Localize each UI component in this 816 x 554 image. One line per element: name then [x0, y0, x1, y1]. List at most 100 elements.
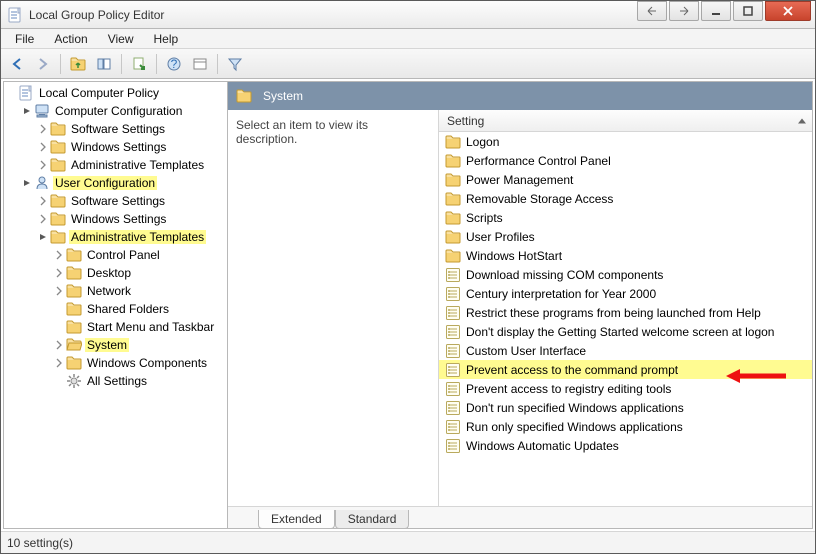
properties-button[interactable]: [188, 52, 212, 76]
tab-standard[interactable]: Standard: [335, 510, 410, 529]
list-row[interactable]: Performance Control Panel: [439, 151, 812, 170]
export-list-button[interactable]: [127, 52, 151, 76]
console-back-button[interactable]: [637, 1, 667, 21]
setting-icon: [445, 438, 461, 454]
setting-icon: [445, 286, 461, 302]
up-level-button[interactable]: [66, 52, 90, 76]
expander-icon[interactable]: [54, 286, 64, 296]
tree-label: Windows Settings: [69, 140, 168, 154]
expander-icon[interactable]: [54, 340, 64, 350]
minimize-button[interactable]: [701, 1, 731, 21]
maximize-button[interactable]: [733, 1, 763, 21]
list-item-label: User Profiles: [464, 230, 537, 244]
folder-icon: [445, 153, 461, 169]
expander-icon[interactable]: [54, 250, 64, 260]
tabs: Extended Standard: [228, 506, 812, 528]
folder-icon: [66, 283, 82, 299]
tree-all-settings[interactable]: All Settings: [52, 372, 227, 390]
list-row[interactable]: Removable Storage Access: [439, 189, 812, 208]
expander-icon[interactable]: [38, 160, 48, 170]
setting-icon: [445, 267, 461, 283]
expander-icon[interactable]: [54, 358, 64, 368]
list-item-label: Century interpretation for Year 2000: [464, 287, 658, 301]
tree-cc-software-settings[interactable]: Software Settings: [36, 120, 227, 138]
tree-uc-admin-templates[interactable]: Administrative Templates: [36, 228, 227, 246]
folder-icon: [66, 301, 82, 317]
tree-label: Windows Components: [85, 356, 209, 370]
tree-label: Desktop: [85, 266, 133, 280]
gear-icon: [66, 373, 82, 389]
list-item-label: Removable Storage Access: [464, 192, 615, 206]
folder-icon: [445, 210, 461, 226]
expander-icon[interactable]: [38, 196, 48, 206]
list-column-setting[interactable]: Setting: [439, 110, 812, 132]
folder-icon: [445, 134, 461, 150]
list-row[interactable]: Windows HotStart: [439, 246, 812, 265]
list-row[interactable]: Century interpretation for Year 2000: [439, 284, 812, 303]
show-hide-tree-button[interactable]: [92, 52, 116, 76]
console-forward-button[interactable]: [669, 1, 699, 21]
tree-cc-admin-templates[interactable]: Administrative Templates: [36, 156, 227, 174]
titlebar: Local Group Policy Editor: [1, 1, 815, 29]
list-row[interactable]: Custom User Interface: [439, 341, 812, 360]
menu-action[interactable]: Action: [44, 30, 97, 48]
tree-desktop[interactable]: Desktop: [52, 264, 227, 282]
expander-icon[interactable]: [6, 88, 16, 98]
filter-button[interactable]: [223, 52, 247, 76]
expander-icon[interactable]: [38, 214, 48, 224]
list-row[interactable]: Prevent access to the command prompt: [439, 360, 812, 379]
description-pane: Select an item to view its description.: [228, 110, 438, 506]
setting-icon: [445, 400, 461, 416]
tree-windows-components[interactable]: Windows Components: [52, 354, 227, 372]
tree-root[interactable]: Local Computer Policy: [4, 84, 227, 102]
list-row[interactable]: User Profiles: [439, 227, 812, 246]
list-row[interactable]: Don't display the Getting Started welcom…: [439, 322, 812, 341]
menu-file[interactable]: File: [5, 30, 44, 48]
tree-cc-windows-settings[interactable]: Windows Settings: [36, 138, 227, 156]
list-row[interactable]: Scripts: [439, 208, 812, 227]
list-row[interactable]: Prevent access to registry editing tools: [439, 379, 812, 398]
tab-extended[interactable]: Extended: [258, 510, 335, 529]
tree-label: Software Settings: [69, 122, 167, 136]
menu-view[interactable]: View: [98, 30, 144, 48]
help-button[interactable]: ?: [162, 52, 186, 76]
close-button[interactable]: [765, 1, 811, 21]
tree-network[interactable]: Network: [52, 282, 227, 300]
list-item-label: Scripts: [464, 211, 505, 225]
list-row[interactable]: Power Management: [439, 170, 812, 189]
expander-icon[interactable]: [54, 268, 64, 278]
list-row[interactable]: Run only specified Windows applications: [439, 417, 812, 436]
expander-icon[interactable]: [38, 142, 48, 152]
tree-control-panel[interactable]: Control Panel: [52, 246, 227, 264]
tree-start-menu-taskbar[interactable]: Start Menu and Taskbar: [52, 318, 227, 336]
settings-list[interactable]: Logon Performance Control PanelPower Mana…: [439, 132, 812, 506]
nav-back-button[interactable]: [5, 52, 29, 76]
folder-icon: [445, 248, 461, 264]
list-row[interactable]: Logon: [439, 132, 812, 151]
tree-system[interactable]: System: [52, 336, 227, 354]
expander-icon[interactable]: [22, 106, 32, 116]
menu-help[interactable]: Help: [144, 30, 189, 48]
folder-icon: [66, 247, 82, 263]
tree-computer-configuration[interactable]: Computer Configuration: [20, 102, 227, 120]
list-row[interactable]: Restrict these programs from being launc…: [439, 303, 812, 322]
list-item-label: Don't display the Getting Started welcom…: [464, 325, 776, 339]
tree-uc-software-settings[interactable]: Software Settings: [36, 192, 227, 210]
expander-icon[interactable]: [38, 232, 48, 242]
tree-uc-windows-settings[interactable]: Windows Settings: [36, 210, 227, 228]
list-row[interactable]: Download missing COM components: [439, 265, 812, 284]
list-row[interactable]: Don't run specified Windows applications: [439, 398, 812, 417]
tree-label: Administrative Templates: [69, 158, 206, 172]
list-item-label: Logon: [464, 135, 501, 149]
tree-user-configuration[interactable]: User Configuration: [20, 174, 227, 192]
expander-icon[interactable]: [38, 124, 48, 134]
status-text: 10 setting(s): [7, 536, 73, 550]
tree-pane[interactable]: Local Computer Policy Computer Configura…: [4, 82, 228, 528]
nav-forward-button[interactable]: [31, 52, 55, 76]
right-header-title: System: [263, 89, 303, 103]
tree-shared-folders[interactable]: Shared Folders: [52, 300, 227, 318]
expander-icon[interactable]: [22, 178, 32, 188]
list-row[interactable]: Windows Automatic Updates: [439, 436, 812, 455]
setting-icon: [445, 381, 461, 397]
list-item-label: Windows HotStart: [464, 249, 564, 263]
